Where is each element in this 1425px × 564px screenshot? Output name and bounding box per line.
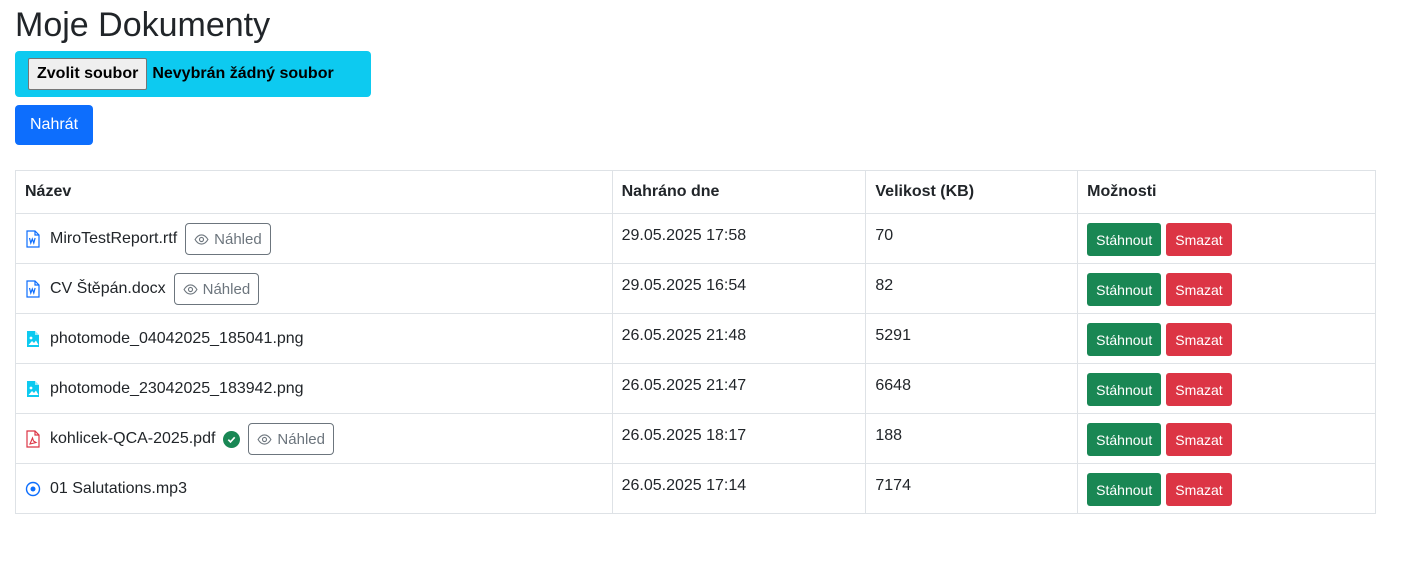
cell-size: 82 xyxy=(865,263,1079,314)
upload-date: 26.05.2025 21:47 xyxy=(621,377,747,394)
file-name[interactable]: CV Štěpán.docx xyxy=(50,280,166,298)
verified-check-icon xyxy=(223,430,241,448)
file-size: 188 xyxy=(875,427,903,444)
cell-size: 188 xyxy=(865,413,1079,464)
cell-name: kohlicek-QCA-2025.pdf Náhled xyxy=(15,413,613,464)
upload-date: 26.05.2025 18:17 xyxy=(621,427,747,444)
cell-size: 70 xyxy=(865,213,1079,264)
preview-button[interactable]: Náhled xyxy=(173,273,260,305)
eye-icon xyxy=(183,283,198,295)
file-name[interactable]: kohlicek-QCA-2025.pdf xyxy=(50,430,215,448)
delete-button[interactable]: Smazat xyxy=(1166,323,1232,356)
file-name[interactable]: photomode_23042025_183942.png xyxy=(50,380,304,398)
cell-name: 01 Salutations.mp3 xyxy=(15,463,613,514)
image-file-icon xyxy=(25,330,41,348)
preview-button[interactable]: Náhled xyxy=(248,423,334,455)
header-options: Možnosti xyxy=(1077,170,1376,214)
download-button[interactable]: Stáhnout xyxy=(1087,373,1162,406)
header-name: Název xyxy=(15,170,613,214)
file-name[interactable]: photomode_04042025_185041.png xyxy=(50,330,304,348)
file-size: 6648 xyxy=(875,377,911,394)
download-button[interactable]: Stáhnout xyxy=(1087,473,1162,506)
file-status-text: Nevybrán žádný soubor xyxy=(152,65,334,82)
cell-date: 26.05.2025 21:48 xyxy=(611,313,867,364)
file-size: 82 xyxy=(875,277,894,294)
delete-button[interactable]: Smazat xyxy=(1166,223,1232,256)
cell-actions: Stáhnout Smazat xyxy=(1077,413,1376,464)
upload-date: 26.05.2025 21:48 xyxy=(621,327,747,344)
download-button[interactable]: Stáhnout xyxy=(1087,223,1162,256)
preview-button[interactable]: Náhled xyxy=(185,223,271,255)
eye-icon xyxy=(194,233,209,245)
delete-button[interactable]: Smazat xyxy=(1166,373,1232,406)
page-title: Moje Dokumenty xyxy=(15,6,271,44)
table-row: CV Štěpán.docx Náhled 29.05.2025 16:54 82 St… xyxy=(15,263,1376,314)
cell-date: 26.05.2025 21:47 xyxy=(611,363,867,414)
word-file-icon xyxy=(25,230,41,248)
cell-date: 26.05.2025 18:17 xyxy=(611,413,867,464)
image-file-icon xyxy=(25,380,41,398)
file-name[interactable]: 01 Salutations.mp3 xyxy=(50,480,187,498)
cell-actions: Stáhnout Smazat xyxy=(1077,313,1376,364)
choose-file-button[interactable]: Zvolit soubor xyxy=(28,58,148,90)
cell-actions: Stáhnout Smazat xyxy=(1077,463,1376,514)
download-button[interactable]: Stáhnout xyxy=(1087,323,1162,356)
file-size: 7174 xyxy=(875,477,911,494)
cell-size: 7174 xyxy=(865,463,1079,514)
file-name[interactable]: MiroTestReport.rtf xyxy=(50,230,177,248)
table-row: MiroTestReport.rtf Náhled 29.05.2025 17:58… xyxy=(15,213,1376,264)
delete-button[interactable]: Smazat xyxy=(1166,423,1232,456)
cell-actions: Stáhnout Smazat xyxy=(1077,213,1376,264)
cell-name: CV Štěpán.docx Náhled xyxy=(15,263,613,314)
documents-table: Název Nahráno dne Velikost (KB) Možnosti… xyxy=(15,170,1376,514)
page: Moje Dokumenty Zvolit soubor Nevybrán žá… xyxy=(0,0,1425,514)
upload-button[interactable]: Nahrát xyxy=(15,105,93,145)
table-row: 01 Salutations.mp3 26.05.2025 17:14 7174 St… xyxy=(15,463,1376,514)
cell-date: 29.05.2025 17:58 xyxy=(611,213,867,264)
cell-name: photomode_23042025_183942.png xyxy=(15,363,613,414)
cell-name: MiroTestReport.rtf Náhled xyxy=(15,213,613,264)
cell-name: photomode_04042025_185041.png xyxy=(15,313,613,364)
upload-date: 26.05.2025 17:14 xyxy=(621,477,747,494)
header-uploaded: Nahráno dne xyxy=(611,170,867,214)
cell-actions: Stáhnout Smazat xyxy=(1077,363,1376,414)
delete-button[interactable]: Smazat xyxy=(1166,273,1232,306)
file-input-container: Zvolit soubor Nevybrán žádný soubor xyxy=(15,51,371,97)
table-header-row: Název Nahráno dne Velikost (KB) Možnosti xyxy=(15,170,1376,214)
word-file-icon xyxy=(25,280,41,298)
cell-size: 6648 xyxy=(865,363,1079,414)
download-button[interactable]: Stáhnout xyxy=(1087,423,1162,456)
upload-date: 29.05.2025 16:54 xyxy=(621,277,747,294)
cell-date: 29.05.2025 16:54 xyxy=(611,263,867,314)
delete-button[interactable]: Smazat xyxy=(1166,473,1232,506)
upload-date: 29.05.2025 17:58 xyxy=(621,227,747,244)
header-size: Velikost (KB) xyxy=(865,170,1079,214)
file-size: 70 xyxy=(875,227,894,244)
preview-button-label: Náhled xyxy=(214,230,262,248)
pdf-file-icon xyxy=(25,430,41,448)
cell-size: 5291 xyxy=(865,313,1079,364)
cell-actions: Stáhnout Smazat xyxy=(1077,263,1376,314)
audio-file-icon xyxy=(25,480,41,498)
table-row: photomode_23042025_183942.png 26.05.2025 … xyxy=(15,363,1376,414)
eye-icon xyxy=(257,433,272,445)
table-row: photomode_04042025_185041.png 26.05.2025 … xyxy=(15,313,1376,364)
preview-button-label: Náhled xyxy=(202,280,251,298)
preview-button-label: Náhled xyxy=(277,430,325,448)
cell-date: 26.05.2025 17:14 xyxy=(611,463,867,514)
table-row: kohlicek-QCA-2025.pdf Náhled 26.05.2025 18… xyxy=(15,413,1376,464)
file-size: 5291 xyxy=(875,327,911,344)
download-button[interactable]: Stáhnout xyxy=(1087,273,1162,306)
